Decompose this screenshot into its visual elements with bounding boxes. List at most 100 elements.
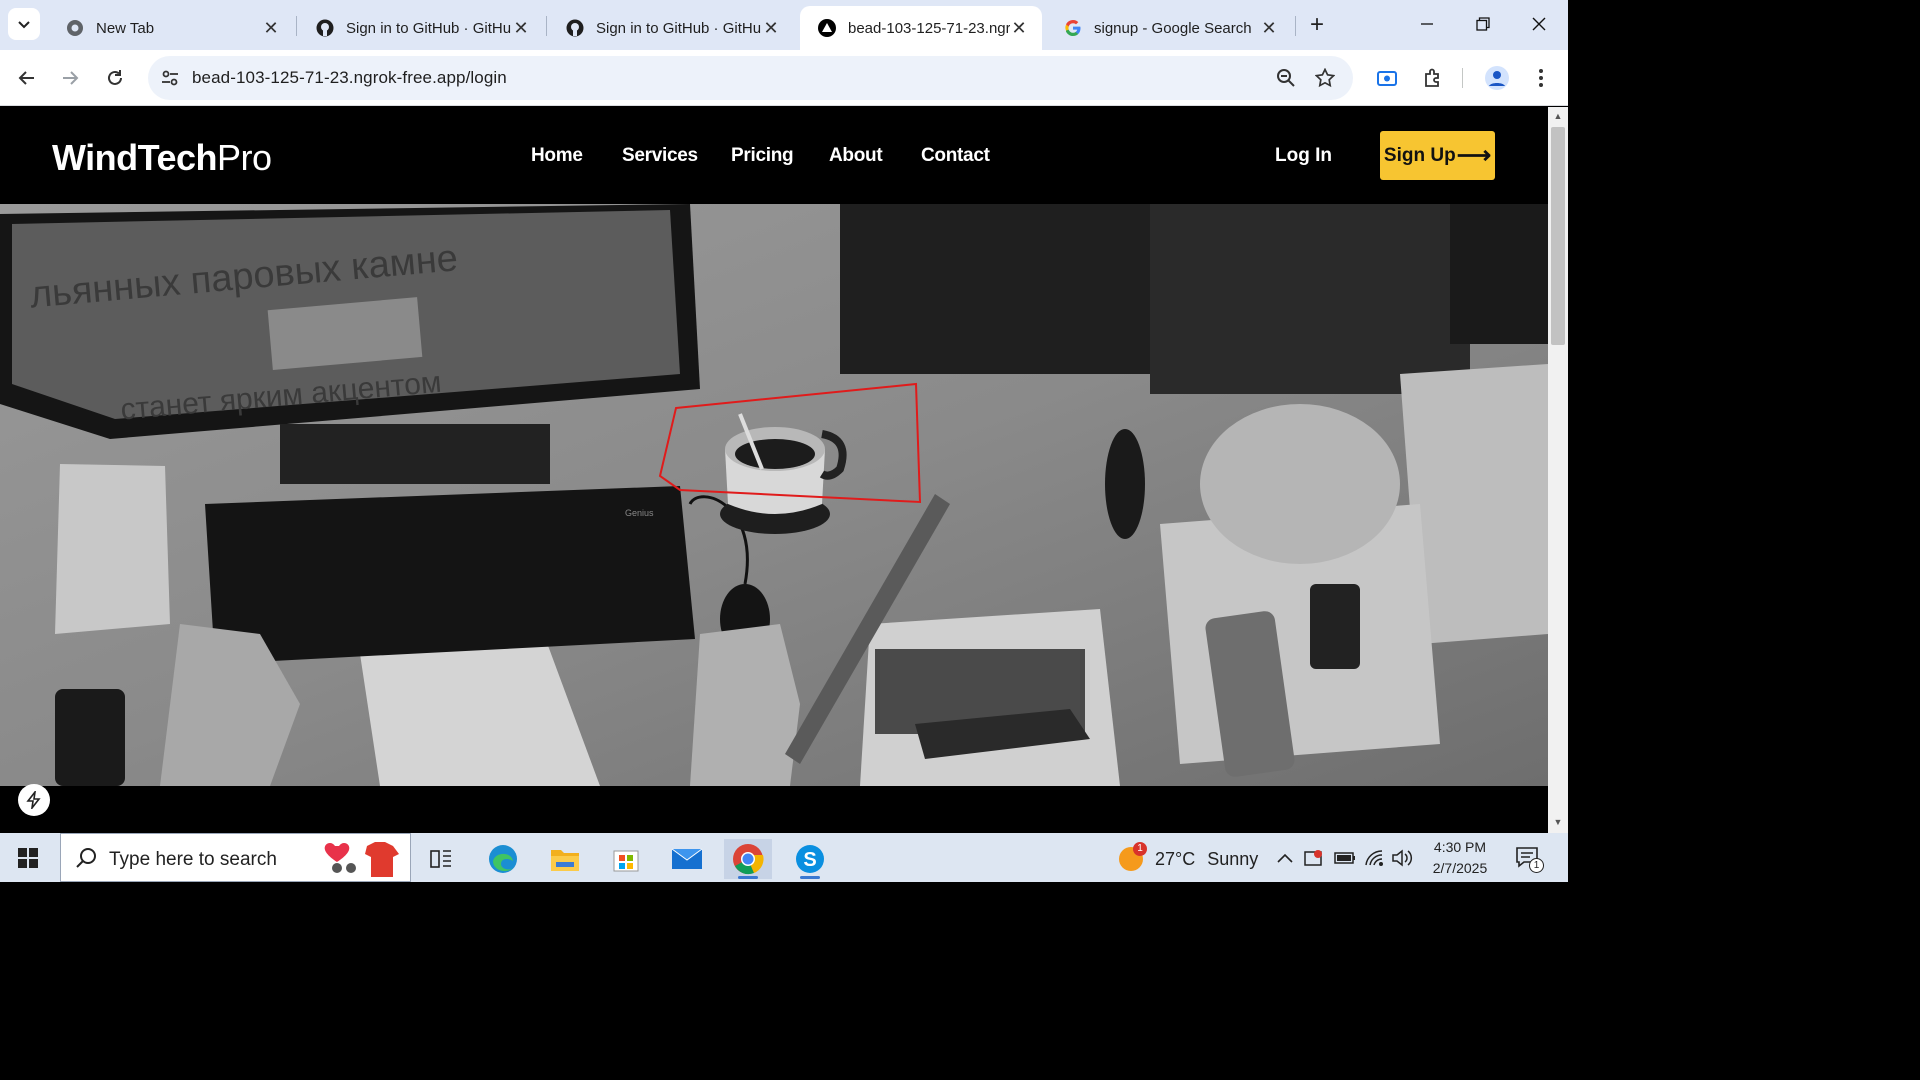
close-icon[interactable]: ✕ — [262, 18, 280, 38]
battery-icon[interactable] — [1334, 847, 1356, 869]
vercel-icon — [818, 19, 836, 37]
skype-icon[interactable]: S — [786, 839, 834, 879]
file-explorer-icon[interactable] — [541, 839, 589, 879]
microsoft-store-icon[interactable] — [602, 839, 650, 879]
minimize-button[interactable] — [1407, 8, 1447, 40]
tab-title: New Tab — [96, 19, 155, 37]
mail-icon[interactable] — [663, 839, 711, 879]
tab-separator — [1295, 16, 1296, 36]
tab-search-button[interactable] — [8, 8, 40, 40]
tab-google-search[interactable]: signup - Google Search ✕ — [1046, 6, 1292, 50]
site-settings-icon[interactable] — [160, 68, 180, 88]
nav-services[interactable]: Services — [622, 145, 698, 167]
tab-separator — [296, 16, 297, 36]
weather-temp: 27°C — [1155, 848, 1196, 869]
weather-widget[interactable]: 1 27°C Sunny — [1117, 842, 1259, 873]
search-icon — [76, 848, 96, 868]
scroll-thumb[interactable] — [1551, 127, 1565, 345]
dark-box — [840, 204, 1150, 374]
weather-desc: Sunny — [1207, 848, 1259, 869]
site-header: WindTechPro Home Services Pricing About … — [0, 107, 1548, 204]
arrow-right-icon — [63, 71, 79, 85]
site-logo[interactable]: WindTechPro — [52, 137, 272, 179]
browser-menu-icon[interactable] — [1527, 64, 1555, 92]
clock-date: 2/7/2025 — [1432, 860, 1488, 876]
signup-label: Sign Up — [1383, 144, 1456, 166]
notification-count: 1 — [1529, 858, 1544, 873]
tab-title: Sign in to GitHub · GitHub — [596, 19, 762, 37]
url-text[interactable]: bead-103-125-71-23.ngrok-free.app/login — [192, 68, 507, 88]
taskbar-clock[interactable]: 4:30 PM 2/7/2025 — [1418, 837, 1502, 879]
hero-image: льянных паровых камне станет ярким акцен… — [0, 204, 1548, 786]
chevron-up-icon[interactable] — [1274, 847, 1296, 869]
edge-browser-icon[interactable] — [479, 839, 527, 879]
logo-bold-text: WindTech — [52, 137, 218, 178]
scroll-up-icon[interactable]: ▲ — [1552, 111, 1564, 123]
windows-taskbar: Type here to search S 1 27°C Sunny 4:30 … — [0, 833, 1568, 882]
windows-start-icon[interactable] — [18, 848, 38, 868]
minimize-icon — [1421, 23, 1433, 25]
close-window-button[interactable] — [1519, 8, 1559, 40]
zoom-icon[interactable] — [1275, 67, 1297, 89]
notification-center-icon[interactable]: 1 — [1514, 845, 1544, 873]
search-highlight-icon — [324, 842, 399, 877]
nav-about[interactable]: About — [829, 145, 883, 167]
restore-button[interactable] — [1463, 8, 1503, 40]
chrome-taskbar-icon[interactable] — [724, 839, 772, 879]
dark-box — [1450, 204, 1548, 344]
svg-text:S: S — [803, 849, 816, 871]
tab-github-signin-2[interactable]: Sign in to GitHub · GitHub ✕ — [548, 6, 794, 50]
close-icon[interactable]: ✕ — [1010, 18, 1028, 38]
scroll-down-icon[interactable]: ▼ — [1552, 817, 1564, 829]
close-icon[interactable]: ✕ — [1260, 18, 1278, 38]
forward-button[interactable] — [56, 64, 84, 92]
tab-strip: New Tab ✕ Sign in to GitHub · GitHub ✕ S… — [0, 0, 1568, 50]
profile-avatar-icon[interactable] — [1483, 64, 1511, 92]
tab-title: signup - Google Search — [1094, 19, 1252, 37]
tab-title: bead-103-125-71-23.ngrok-free.app — [848, 19, 1010, 37]
close-icon[interactable]: ✕ — [512, 18, 530, 38]
close-icon[interactable]: ✕ — [762, 18, 780, 38]
toolbar-divider — [1462, 68, 1463, 88]
volume-icon[interactable] — [1391, 847, 1413, 869]
phone — [55, 689, 125, 786]
running-indicator — [800, 876, 820, 879]
bookmark-star-icon[interactable] — [1314, 67, 1336, 89]
meet-now-icon[interactable] — [1303, 847, 1325, 869]
arrow-right-icon: ⟶ — [1456, 142, 1492, 169]
nav-contact[interactable]: Contact — [921, 145, 990, 167]
address-bar[interactable]: bead-103-125-71-23.ngrok-free.app/login — [148, 56, 1353, 100]
close-icon — [1532, 17, 1546, 31]
task-view-icon[interactable] — [417, 839, 465, 879]
signup-button[interactable]: Sign Up ⟶ — [1380, 131, 1495, 180]
github-icon — [566, 19, 584, 37]
wifi-icon[interactable] — [1364, 847, 1386, 869]
dark-box — [1150, 204, 1470, 394]
back-button[interactable] — [13, 64, 41, 92]
lightning-icon[interactable] — [18, 784, 50, 816]
weather-badge: 1 — [1133, 842, 1147, 856]
active-indicator — [738, 876, 758, 879]
phone — [1310, 584, 1360, 669]
tab-separator — [546, 16, 547, 36]
page-viewport: WindTechPro Home Services Pricing About … — [0, 107, 1548, 833]
stapler — [1105, 429, 1145, 539]
sun-icon: 1 — [1117, 842, 1147, 873]
login-link[interactable]: Log In — [1275, 145, 1332, 167]
new-tab-button[interactable]: + — [1303, 11, 1331, 39]
nav-home[interactable]: Home — [531, 145, 583, 167]
restore-icon — [1476, 17, 1490, 31]
right-hand — [690, 624, 800, 786]
nav-pricing[interactable]: Pricing — [731, 145, 794, 167]
search-placeholder: Type here to search — [109, 849, 277, 870]
extensions-puzzle-icon[interactable] — [1419, 64, 1447, 92]
reload-icon — [108, 70, 122, 85]
screen-capture-extension-icon[interactable] — [1373, 64, 1401, 92]
reload-button[interactable] — [101, 64, 129, 92]
taskbar-search-box[interactable]: Type here to search — [60, 833, 411, 882]
tab-new-tab[interactable]: New Tab ✕ — [48, 6, 294, 50]
tab-github-signin-1[interactable]: Sign in to GitHub · GitHub ✕ — [298, 6, 544, 50]
github-icon — [316, 19, 334, 37]
page-scrollbar[interactable]: ▲ ▼ — [1548, 107, 1568, 833]
tab-active-ngrok[interactable]: bead-103-125-71-23.ngrok-free.app ✕ — [800, 6, 1042, 50]
